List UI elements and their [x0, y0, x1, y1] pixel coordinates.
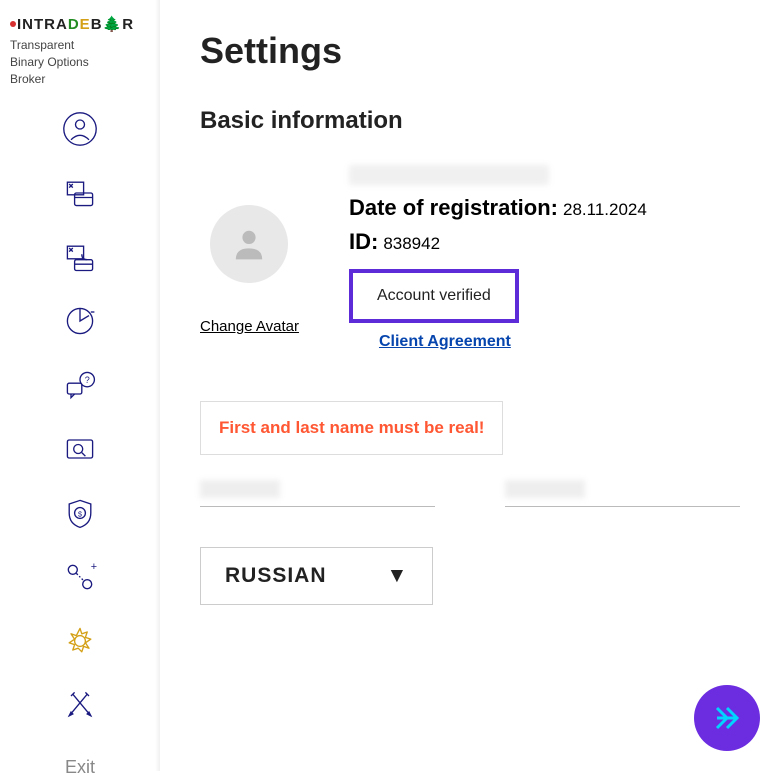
help-icon[interactable]: ?	[58, 363, 102, 407]
svg-text:$: $	[78, 510, 82, 519]
search-icon[interactable]	[58, 427, 102, 471]
deposit-icon[interactable]	[58, 171, 102, 215]
withdraw-icon[interactable]	[58, 235, 102, 279]
last-name-input[interactable]	[505, 480, 740, 507]
exit-icon[interactable]	[58, 683, 102, 727]
redacted-field	[200, 480, 280, 498]
svg-text:+: +	[91, 561, 97, 573]
change-avatar-link[interactable]: Change Avatar	[200, 318, 299, 335]
id-value: 838942	[383, 234, 440, 253]
id-label: ID:	[349, 229, 378, 254]
redacted-field	[349, 165, 549, 185]
svg-text:?: ?	[85, 376, 90, 386]
stats-icon[interactable]	[58, 299, 102, 343]
logo-dot-icon	[10, 21, 16, 27]
brand-logo: INTRADE B🌲R	[10, 15, 150, 33]
page-title: Settings	[200, 30, 740, 72]
verified-badge: Account verified	[349, 269, 519, 323]
registration-label: Date of registration:	[349, 195, 558, 220]
registration-value: 28.11.2024	[563, 200, 647, 219]
section-title: Basic information	[200, 107, 740, 135]
support-fab[interactable]	[694, 685, 760, 751]
brand-tagline: Transparent Binary Options Broker	[10, 37, 150, 87]
language-select[interactable]: RUSSIAN ▼	[200, 547, 433, 605]
exit-label[interactable]: Exit	[65, 757, 95, 778]
security-icon[interactable]: $	[58, 491, 102, 535]
client-agreement-link[interactable]: Client Agreement	[379, 333, 511, 351]
chevron-down-icon: ▼	[387, 564, 409, 588]
avatar	[210, 205, 288, 283]
name-warning: First and last name must be real!	[200, 401, 503, 455]
redacted-field	[505, 480, 585, 498]
first-name-input[interactable]	[200, 480, 435, 507]
profile-icon[interactable]	[58, 107, 102, 151]
referral-icon[interactable]: +	[58, 555, 102, 599]
settings-icon[interactable]	[58, 619, 102, 663]
